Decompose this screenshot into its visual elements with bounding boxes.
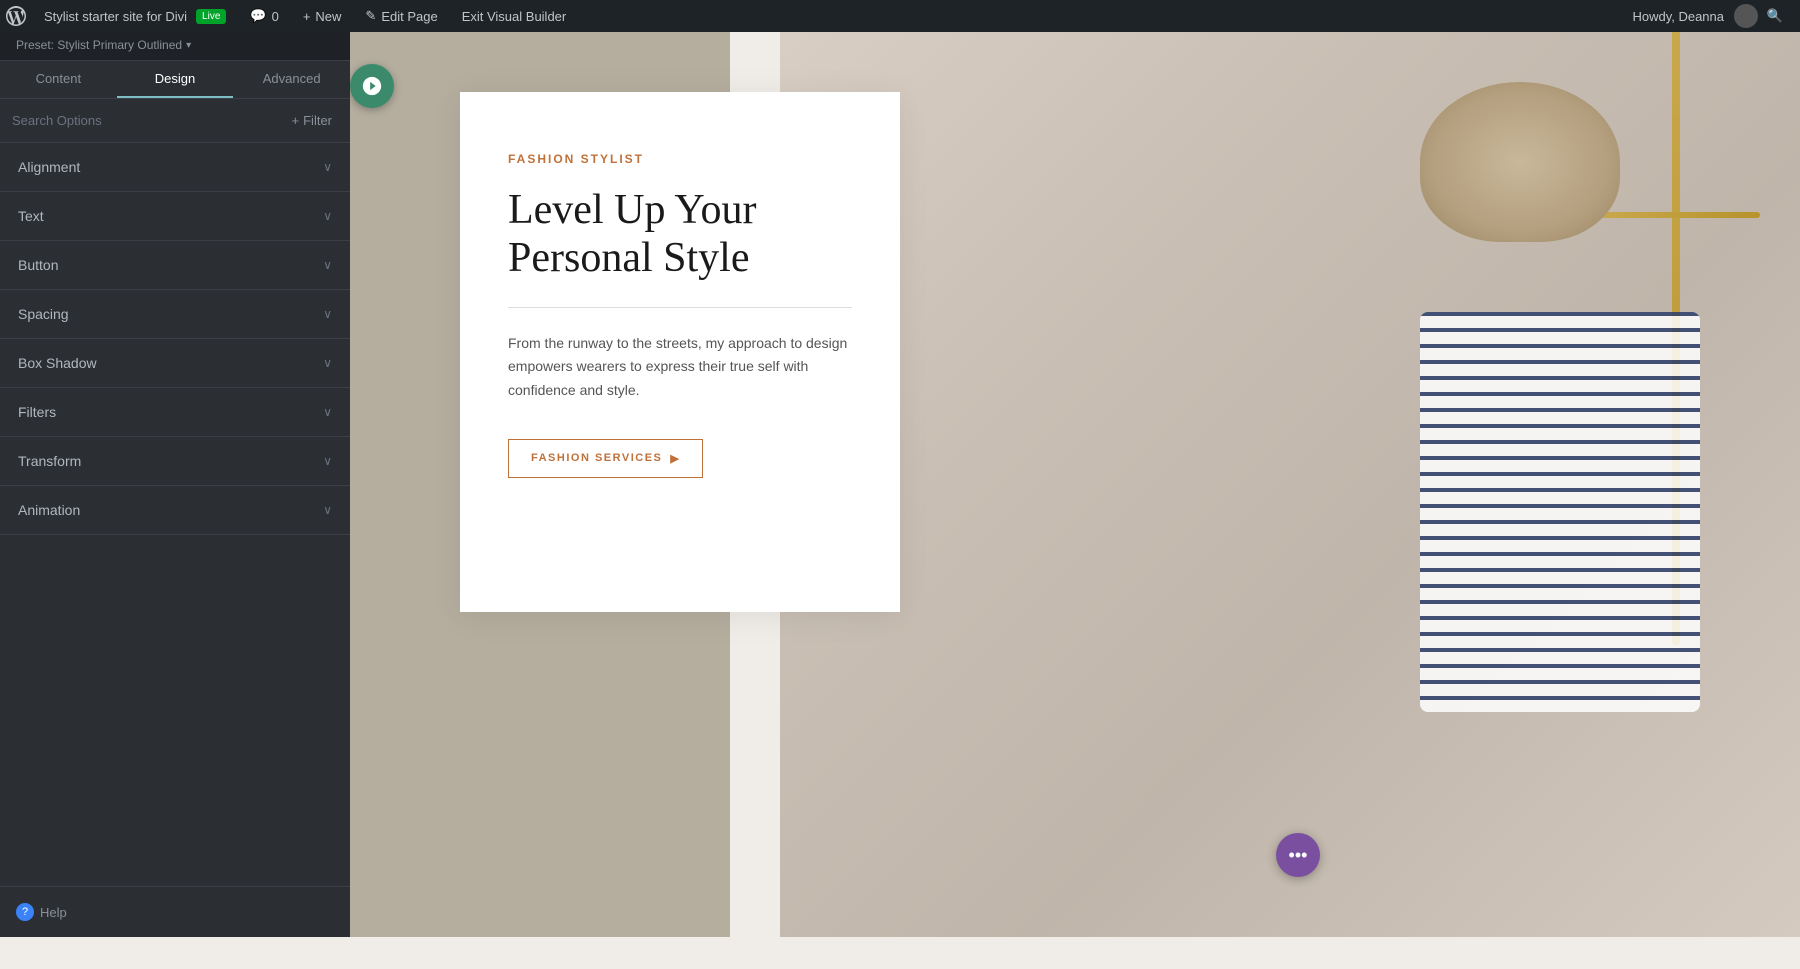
option-group-button-header[interactable]: Button ∨ [0, 241, 350, 289]
admin-bar: Stylist starter site for Divi Live 💬 0 +… [0, 0, 1800, 32]
comment-icon: 💬 [250, 8, 266, 24]
edit-page-bar-item[interactable]: ✎ Edit Page [353, 0, 449, 32]
user-avatar [1734, 4, 1758, 28]
option-group-text: Text ∨ [0, 192, 350, 241]
site-name-bar-item[interactable]: Stylist starter site for Divi Live [32, 0, 238, 32]
exit-builder-bar-item[interactable]: Exit Visual Builder [450, 0, 579, 32]
option-group-spacing-header[interactable]: Spacing ∨ [0, 290, 350, 338]
divi-fab-button[interactable] [350, 64, 394, 108]
bg-right-section [780, 32, 1800, 937]
option-group-transform: Transform ∨ [0, 437, 350, 486]
chevron-down-icon: ∨ [323, 258, 332, 272]
tab-design[interactable]: Design [117, 61, 234, 98]
option-group-animation-label: Animation [18, 502, 80, 518]
site-name: Stylist starter site for Divi [44, 9, 187, 24]
chevron-down-icon: ∨ [323, 405, 332, 419]
option-group-alignment-label: Alignment [18, 159, 80, 175]
new-bar-item[interactable]: + New [291, 0, 354, 32]
search-input[interactable] [12, 113, 278, 128]
preset-label[interactable]: Preset: Stylist Primary Outlined [16, 38, 182, 52]
fashion-image-bg [780, 32, 1800, 937]
page-background: Fashion Stylist Level Up Your Personal S… [350, 32, 1800, 937]
option-group-box-shadow-header[interactable]: Box Shadow ∨ [0, 339, 350, 387]
content-card: Fashion Stylist Level Up Your Personal S… [460, 92, 900, 612]
option-group-spacing-label: Spacing [18, 306, 69, 322]
live-badge: Live [196, 9, 226, 24]
option-group-transform-label: Transform [18, 453, 81, 469]
card-body: From the runway to the streets, my appro… [508, 332, 852, 403]
admin-bar-left: Stylist starter site for Divi Live 💬 0 +… [0, 0, 578, 32]
option-group-spacing: Spacing ∨ [0, 290, 350, 339]
user-greeting: Howdy, Deanna [1632, 9, 1724, 24]
option-group-filters: Filters ∨ [0, 388, 350, 437]
option-group-button: Button ∨ [0, 241, 350, 290]
option-group-box-shadow: Box Shadow ∨ [0, 339, 350, 388]
option-group-filters-header[interactable]: Filters ∨ [0, 388, 350, 436]
edit-icon: ✎ [365, 8, 376, 24]
filter-button[interactable]: + Filter [286, 109, 338, 132]
chevron-down-icon: ∨ [323, 454, 332, 468]
chevron-down-icon: ∨ [323, 503, 332, 517]
chevron-down-icon: ∨ [323, 209, 332, 223]
preset-dropdown-arrow[interactable]: ▾ [186, 40, 191, 51]
panel-options-list: Alignment ∨ Text ∨ Button ∨ Spacing ∨ Bo [0, 143, 350, 886]
left-panel: Button Presets ⊙ ▣ ⋯ Preset: Stylist Pri… [0, 0, 350, 937]
card-label: Fashion Stylist [508, 152, 852, 166]
search-icon[interactable]: 🔍 [1762, 3, 1788, 29]
option-group-filters-label: Filters [18, 404, 56, 420]
help-label: Help [40, 905, 67, 920]
chevron-down-icon: ∨ [323, 356, 332, 370]
option-group-animation-header[interactable]: Animation ∨ [0, 486, 350, 534]
option-group-transform-header[interactable]: Transform ∨ [0, 437, 350, 485]
option-group-box-shadow-label: Box Shadow [18, 355, 97, 371]
chevron-down-icon: ∨ [323, 160, 332, 174]
edit-page-label: Edit Page [381, 9, 437, 24]
admin-bar-right: Howdy, Deanna 🔍 [1632, 3, 1800, 29]
chevron-down-icon: ∨ [323, 307, 332, 321]
card-divider [508, 307, 852, 308]
option-group-animation: Animation ∨ [0, 486, 350, 535]
shirt-stripes [1420, 312, 1700, 712]
dots-icon: ••• [1289, 845, 1308, 866]
cta-arrow-icon: ▶ [670, 452, 680, 465]
help-icon: ? [16, 903, 34, 921]
filter-label: Filter [303, 113, 332, 128]
comment-bar-item[interactable]: 💬 0 [238, 0, 290, 32]
panel-tabs: Content Design Advanced [0, 61, 350, 99]
rack-horizontal [1600, 212, 1760, 218]
new-label: New [315, 9, 341, 24]
cta-label: Fashion Services [531, 452, 662, 464]
plus-icon: + [303, 9, 311, 24]
tab-content[interactable]: Content [0, 61, 117, 98]
hat-shape [1420, 82, 1620, 242]
comment-count: 0 [272, 9, 279, 24]
floating-dots-menu[interactable]: ••• [1276, 833, 1320, 877]
option-group-text-header[interactable]: Text ∨ [0, 192, 350, 240]
main-content: Fashion Stylist Level Up Your Personal S… [350, 32, 1800, 937]
tab-advanced[interactable]: Advanced [233, 61, 350, 98]
option-group-button-label: Button [18, 257, 58, 273]
panel-help[interactable]: ? Help [0, 886, 350, 937]
option-group-alignment: Alignment ∨ [0, 143, 350, 192]
card-title: Level Up Your Personal Style [508, 186, 852, 283]
filter-plus-icon: + [292, 113, 300, 128]
wordpress-logo[interactable] [0, 0, 32, 32]
option-group-text-label: Text [18, 208, 44, 224]
option-group-alignment-header[interactable]: Alignment ∨ [0, 143, 350, 191]
cta-button[interactable]: Fashion Services ▶ [508, 439, 703, 478]
panel-search-bar: + Filter [0, 99, 350, 143]
panel-subtitle: Preset: Stylist Primary Outlined ▾ [16, 38, 334, 52]
exit-builder-label: Exit Visual Builder [462, 9, 567, 24]
